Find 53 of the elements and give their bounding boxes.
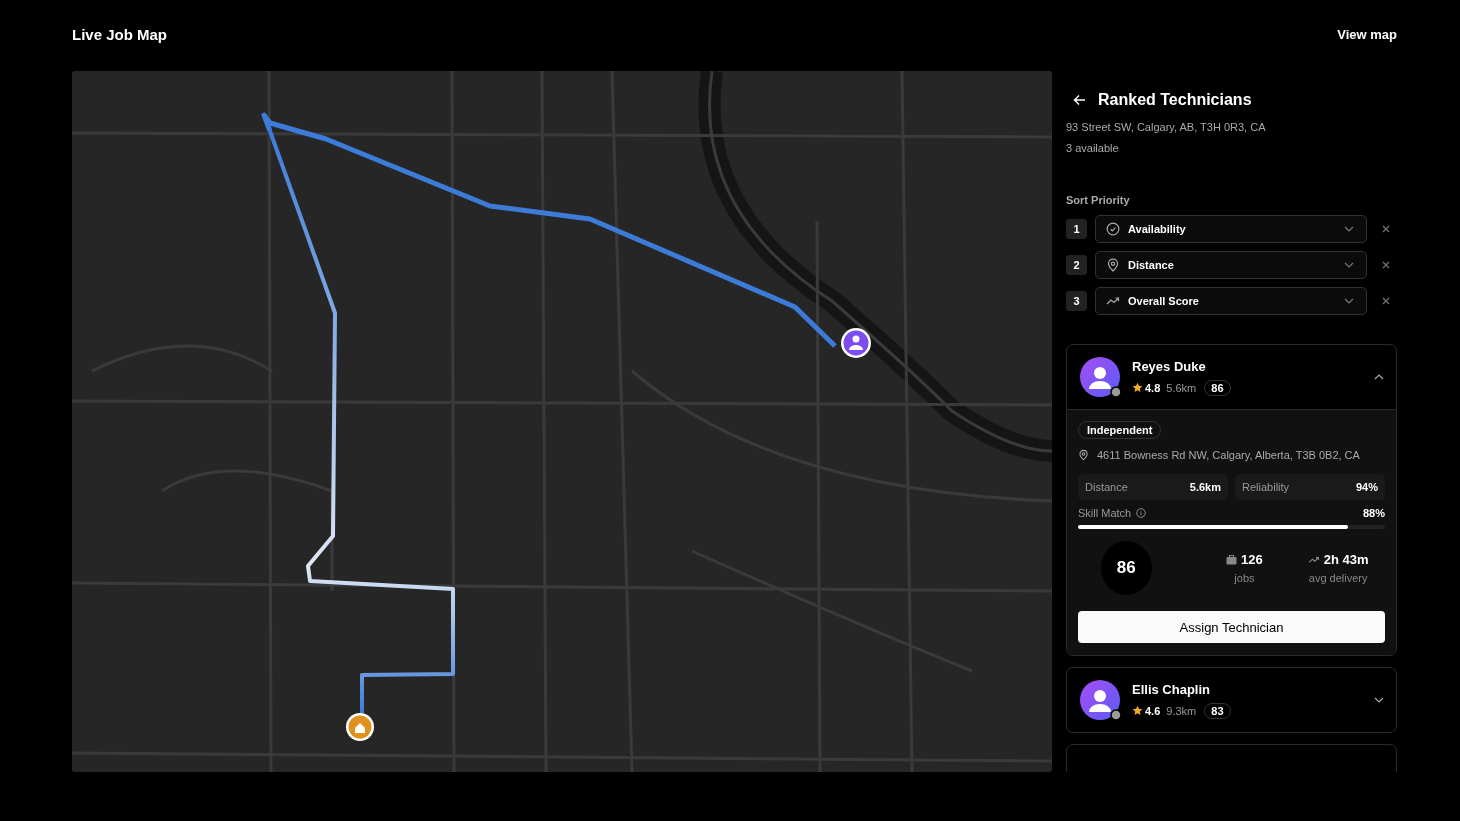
close-icon[interactable] — [1382, 297, 1390, 305]
rank-number: 3 — [1066, 291, 1087, 311]
view-map-link[interactable]: View map — [1337, 26, 1397, 42]
briefcase-icon — [1226, 554, 1238, 565]
avatar-icon — [1079, 356, 1121, 398]
chevron-up-icon[interactable] — [1374, 374, 1384, 380]
rating-value: 4.8 — [1145, 381, 1161, 394]
distance-value: 9.3km — [1166, 704, 1197, 717]
location-pin-icon — [1078, 449, 1089, 461]
home-marker-icon[interactable] — [346, 713, 374, 741]
trend-up-icon — [1307, 555, 1320, 564]
distance-value: 5.6km — [1166, 381, 1197, 394]
technician-name: Reyes Duke — [1132, 358, 1207, 374]
location-pin-icon — [1106, 258, 1120, 272]
delivery-time: 2h 43m — [1323, 552, 1369, 567]
check-circle-icon — [1106, 222, 1120, 236]
info-icon — [1136, 508, 1147, 518]
chevron-down-icon — [1344, 226, 1354, 232]
assign-technician-button[interactable]: Assign Technician — [1078, 611, 1385, 643]
rating-value: 4.6 — [1145, 704, 1161, 717]
close-icon[interactable] — [1382, 261, 1390, 269]
sort-dropdown[interactable]: Overall Score — [1095, 287, 1367, 315]
page-title: Live Job Map — [72, 25, 168, 43]
star-icon — [1132, 382, 1143, 393]
technician-name: Ellis Chaplin — [1132, 681, 1211, 697]
score-circle: 86 — [1101, 541, 1152, 595]
jobs-count: 126 — [1241, 552, 1263, 567]
close-icon[interactable] — [1382, 225, 1390, 233]
job-address: 93 Street SW, Calgary, AB, T3H 0R3, CA — [1066, 121, 1267, 133]
chevron-down-icon[interactable] — [1374, 697, 1384, 703]
skill-match-value: 88% — [1362, 507, 1385, 519]
jobs-label: jobs — [1234, 572, 1255, 584]
rank-number: 1 — [1066, 219, 1087, 239]
technician-address: 4611 Bowness Rd NW, Calgary, Alberta, T3B 0B2, CA — [1097, 449, 1360, 461]
available-count: 3 available — [1066, 142, 1120, 154]
sort-dropdown[interactable]: Availability — [1095, 215, 1367, 243]
technician-marker-icon[interactable] — [841, 328, 871, 358]
skill-match-label: Skill Match — [1078, 507, 1132, 519]
sort-priority-label: Sort Priority — [1066, 194, 1131, 206]
stat-value: 94% — [1355, 481, 1378, 493]
trend-up-icon — [1106, 296, 1120, 306]
star-icon — [1132, 705, 1143, 716]
chevron-down-icon — [1344, 298, 1354, 304]
stat-value: 5.6km — [1189, 481, 1221, 493]
stat-label: Distance — [1085, 481, 1128, 493]
back-arrow-icon[interactable] — [1073, 94, 1086, 106]
avatar-icon — [1079, 679, 1121, 721]
delivery-label: avg delivery — [1308, 572, 1368, 584]
sort-dropdown[interactable]: Distance — [1095, 251, 1367, 279]
stat-label: Reliability — [1242, 481, 1290, 493]
rank-number: 2 — [1066, 255, 1087, 275]
chevron-down-icon — [1344, 262, 1354, 268]
panel-title: Ranked Technicians — [1098, 91, 1252, 109]
